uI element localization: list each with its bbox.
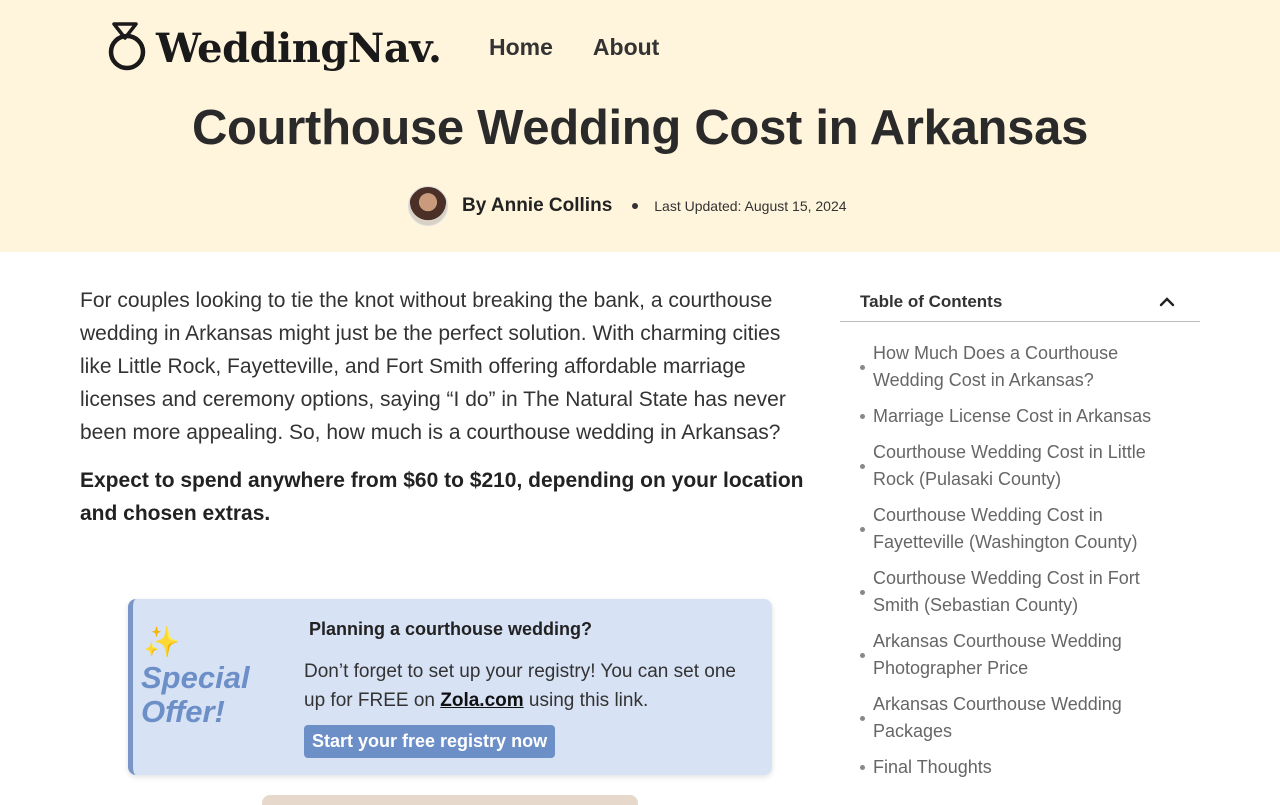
toc-link[interactable]: Arkansas Courthouse Wedding Photographer… xyxy=(873,628,1163,682)
separator-dot xyxy=(632,203,639,209)
toc-link[interactable]: How Much Does a Courthouse Wedding Cost … xyxy=(873,340,1163,394)
site-logo[interactable]: WeddingNav. xyxy=(106,20,442,77)
lead-paragraph: Expect to spend anywhere from $60 to $21… xyxy=(80,469,804,525)
site-header: WeddingNav. Home About Courthouse Weddin… xyxy=(0,0,1280,252)
toc-link[interactable]: Marriage License Cost in Arkansas xyxy=(873,403,1163,430)
toc-link[interactable]: Courthouse Wedding Cost in Little Rock (… xyxy=(873,439,1163,493)
nav-home[interactable]: Home xyxy=(489,34,553,61)
chevron-up-icon[interactable] xyxy=(1154,289,1180,315)
toc-link[interactable]: Courthouse Wedding Cost in Fayetteville … xyxy=(873,502,1163,556)
offer-text: Don’t forget to set up your registry! Yo… xyxy=(304,657,754,715)
toc-item: Marriage License Cost in Arkansas xyxy=(860,403,1200,430)
toc-header[interactable]: Table of Contents xyxy=(840,282,1200,322)
article-body: For couples looking to tie the knot with… xyxy=(80,284,815,530)
nav-about[interactable]: About xyxy=(593,34,659,61)
table-of-contents: Table of Contents How Much Does a Courth… xyxy=(840,282,1200,790)
last-updated: Last Updated: August 15, 2024 xyxy=(654,198,847,214)
toc-item: How Much Does a Courthouse Wedding Cost … xyxy=(860,340,1200,394)
zola-link[interactable]: Zola.com xyxy=(440,690,523,711)
toc-item: Final Thoughts xyxy=(860,754,1200,781)
start-registry-button[interactable]: Start your free registry now xyxy=(304,725,556,758)
bullet-icon xyxy=(860,715,865,721)
toc-item: Arkansas Courthouse Wedding Photographer… xyxy=(860,628,1200,682)
toc-list: How Much Does a Courthouse Wedding Cost … xyxy=(840,340,1200,781)
toc-item: Courthouse Wedding Cost in Fayetteville … xyxy=(860,502,1200,556)
logo-text: WeddingNav. xyxy=(156,25,442,72)
toc-item: Courthouse Wedding Cost in Fort Smith (S… xyxy=(860,565,1200,619)
ring-icon xyxy=(106,20,148,77)
toc-link[interactable]: Arkansas Courthouse Wedding Packages xyxy=(873,691,1163,745)
page-title: Courthouse Wedding Cost in Arkansas xyxy=(191,101,1089,155)
toc-title: Table of Contents xyxy=(860,291,1003,311)
toc-link[interactable]: Courthouse Wedding Cost in Fort Smith (S… xyxy=(873,565,1163,619)
special-offer-box: ✨ Special Offer! Planning a courthouse w… xyxy=(128,599,772,775)
toc-item: Courthouse Wedding Cost in Little Rock (… xyxy=(860,439,1200,493)
byline: By Annie Collins Last Updated: August 15… xyxy=(408,186,847,226)
bullet-icon xyxy=(860,526,865,532)
toc-link[interactable]: Final Thoughts xyxy=(873,754,1163,781)
offer-text-after: using this link. xyxy=(523,690,649,711)
bullet-icon xyxy=(860,463,865,469)
bullet-icon xyxy=(860,652,865,658)
bullet-icon xyxy=(860,589,865,595)
intro-paragraph: For couples looking to tie the knot with… xyxy=(80,289,786,444)
bullet-icon xyxy=(860,765,865,770)
article-image xyxy=(262,795,638,805)
main-nav: Home About xyxy=(489,34,659,61)
bullet-icon xyxy=(860,364,865,370)
toc-item: Arkansas Courthouse Wedding Packages xyxy=(860,691,1200,745)
bullet-icon xyxy=(860,414,865,419)
author-name[interactable]: By Annie Collins xyxy=(462,195,612,217)
offer-title: Planning a courthouse wedding? xyxy=(309,619,593,639)
avatar xyxy=(408,186,448,226)
special-offer-badge: Special Offer! xyxy=(141,660,250,729)
sparkle-icon: ✨ xyxy=(143,626,181,659)
